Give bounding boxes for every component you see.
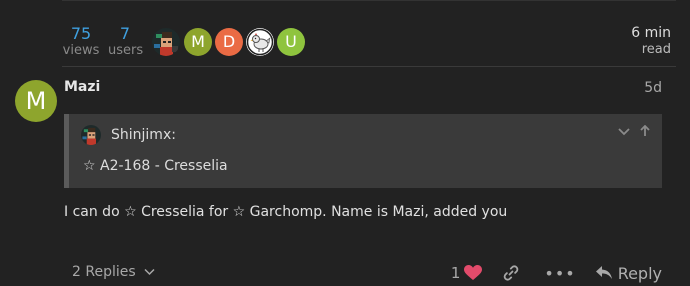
reply-label: Reply: [617, 263, 662, 283]
quote-jump-up-icon[interactable]: [640, 124, 650, 141]
quote-controls: [612, 124, 650, 141]
post-date[interactable]: 5d: [644, 80, 662, 96]
views-label: views: [62, 43, 100, 58]
participant-avatar-chicken[interactable]: [246, 28, 274, 56]
views-count: 75: [70, 24, 92, 43]
participant-letter: D: [222, 32, 236, 51]
link-icon[interactable]: [502, 264, 520, 282]
heart-icon[interactable]: [464, 265, 483, 281]
read-time-value: 6 min: [631, 25, 671, 41]
avatar-letter: M: [25, 87, 47, 115]
quote-block: Shinjimx: ☆ A2-168 - Cresselia: [64, 114, 662, 188]
views-stat: 75 views: [62, 24, 100, 59]
post-username[interactable]: Mazi: [64, 79, 100, 95]
like-count[interactable]: 1: [451, 264, 461, 282]
participant-avatar-pixel[interactable]: [152, 28, 180, 56]
participant-avatar-d[interactable]: D: [215, 28, 243, 56]
quote-text: ☆ A2-168 - Cresselia: [83, 158, 228, 174]
quote-author: Shinjimx:: [111, 127, 176, 143]
read-time-label: read: [641, 42, 671, 57]
pixel-avatar-icon: [81, 125, 101, 145]
replies-label: 2 Replies: [72, 264, 136, 280]
participant-avatar-m[interactable]: M: [184, 28, 212, 56]
read-time: 6 min read: [631, 25, 671, 57]
replies-toggle-button[interactable]: 2 Replies: [72, 264, 155, 280]
users-stat: 7 users: [108, 24, 144, 59]
users-count: 7: [119, 24, 131, 43]
quote-avatar: [81, 125, 101, 145]
reply-arrow-icon: [595, 266, 612, 279]
quote-expand-icon[interactable]: [617, 125, 630, 141]
users-label: users: [108, 43, 144, 58]
participant-letter: M: [191, 32, 205, 51]
chicken-avatar-icon: [246, 28, 274, 56]
post-divider: [62, 66, 676, 67]
chevron-down-icon: [144, 266, 155, 279]
top-divider: [62, 0, 676, 1]
more-options-icon[interactable]: •••: [544, 264, 575, 283]
reply-button[interactable]: Reply: [595, 263, 662, 283]
avatar[interactable]: M: [15, 80, 57, 122]
participant-letter: U: [285, 32, 297, 51]
participant-avatar-u[interactable]: U: [277, 28, 305, 56]
post-body: I can do ☆ Cresselia for ☆ Garchomp. Nam…: [64, 204, 508, 220]
pixel-avatar-icon: [152, 28, 180, 56]
post-actions: 1 ••• Reply: [451, 262, 662, 284]
